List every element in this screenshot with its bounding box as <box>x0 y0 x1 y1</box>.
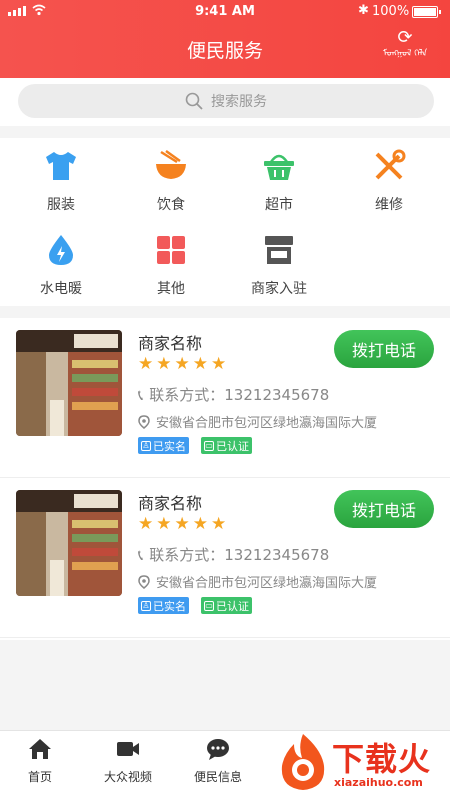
badge-label: 已实名 <box>153 439 186 453</box>
video-icon <box>117 742 139 756</box>
search-input[interactable]: 搜索服务 <box>18 84 434 118</box>
tab-home[interactable]: 首页 <box>0 737 80 785</box>
rating-stars: ★★★★★ <box>138 354 229 374</box>
star-icon: ★ <box>138 354 157 374</box>
badge-label: 已认证 <box>216 439 249 453</box>
merchant-address: 安徽省合肥市包河区绿地瀛海国际大厦 <box>138 572 377 591</box>
bluetooth-icon: ✱ <box>358 3 369 18</box>
tab-label: 首页 <box>27 770 52 784</box>
search-icon <box>185 92 203 110</box>
star-icon: ★ <box>192 354 211 374</box>
call-button[interactable]: 拨打电话 <box>334 490 434 528</box>
category-supermarket[interactable]: 超市 <box>224 138 334 218</box>
tab-video[interactable]: 大众视频 <box>88 737 168 785</box>
category-repair[interactable]: 维修 <box>334 138 444 218</box>
merchant-badges: ♙ 已实名 ▭ 已认证 <box>138 597 252 614</box>
search-section: 搜索服务 <box>0 78 450 126</box>
home-icon <box>29 739 51 759</box>
location-pin-icon <box>138 574 150 589</box>
id-card-icon: ▭ <box>204 600 214 611</box>
star-icon: ★ <box>211 354 230 374</box>
realname-badge: ♙ 已实名 <box>138 597 189 614</box>
merchant-contact: 📞︎ 联系方式：13212345678 <box>138 544 329 565</box>
shirt-icon <box>46 152 76 180</box>
star-icon: ★ <box>156 354 175 374</box>
category-label: 服装 <box>47 197 75 213</box>
category-food[interactable]: 饮食 <box>116 138 226 218</box>
watermark-url: xiazaihuo.com <box>334 776 423 789</box>
refresh-icon: ⟳ <box>397 27 413 48</box>
refresh-label: ᠮᠣᠩᠭᠣᠯ ᠬᠡᠯᠡ <box>382 49 428 59</box>
category-label: 其他 <box>157 281 185 297</box>
category-clothing[interactable]: 服装 <box>6 138 116 218</box>
realname-badge: ♙ 已实名 <box>138 437 189 454</box>
address-text: 安徽省合肥市包河区绿地瀛海国际大厦 <box>156 416 378 431</box>
category-label: 饮食 <box>157 197 185 213</box>
star-icon: ★ <box>174 514 193 534</box>
id-card-icon: ▭ <box>204 440 214 451</box>
star-icon: ★ <box>138 514 157 534</box>
tab-info[interactable]: 便民信息 <box>178 737 258 785</box>
badge-label: 已认证 <box>216 599 249 613</box>
merchant-name: 商家名称 <box>138 494 203 513</box>
contact-text: 联系方式：13212345678 <box>149 546 330 564</box>
basket-icon <box>264 154 294 180</box>
merchant-contact: 📞︎ 联系方式：13212345678 <box>138 384 329 405</box>
watermark-text: 下载火 <box>332 740 432 778</box>
shop-icon <box>265 236 293 264</box>
grid-icon <box>157 236 185 264</box>
refresh-button[interactable]: ⟳ ᠮᠣᠩᠭᠣᠯ ᠬᠡᠯᠡ <box>370 28 440 72</box>
category-label: 维修 <box>375 197 403 213</box>
star-icon: ★ <box>156 514 175 534</box>
merchant-list: 商家名称 ★★★★★ 📞︎ 联系方式：13212345678 安徽省合肥市包河区… <box>0 318 450 640</box>
verified-badge: ▭ 已认证 <box>201 437 252 454</box>
tab-label: 便民信息 <box>193 770 242 784</box>
bowl-icon <box>156 149 186 179</box>
star-icon: ★ <box>211 514 230 534</box>
merchant-name: 商家名称 <box>138 334 203 353</box>
phone-icon: 📞︎ <box>138 545 144 564</box>
flame-logo-icon <box>281 734 325 790</box>
app-header: 9:41 AM ✱ 100% 便民服务 ⟳ ᠮᠣᠩᠭᠣᠯ ᠬᠡᠯᠡ <box>0 0 450 78</box>
status-bar: 9:41 AM ✱ 100% <box>0 0 450 24</box>
category-merchant-join[interactable]: 商家入驻 <box>224 222 334 302</box>
category-utilities[interactable]: 水电暖 <box>6 222 116 302</box>
battery-icon <box>412 6 441 18</box>
merchant-address: 安徽省合肥市包河区绿地瀛海国际大厦 <box>138 412 377 431</box>
rating-stars: ★★★★★ <box>138 514 229 534</box>
person-icon: ♙ <box>141 600 151 611</box>
badge-label: 已实名 <box>153 599 186 613</box>
category-label: 商家入驻 <box>251 281 307 297</box>
location-pin-icon <box>138 414 150 429</box>
person-icon: ♙ <box>141 440 151 451</box>
search-placeholder: 搜索服务 <box>211 94 267 110</box>
category-label: 超市 <box>265 197 293 213</box>
merchant-photo <box>16 330 122 436</box>
chat-icon <box>207 739 229 760</box>
tools-icon <box>375 149 406 180</box>
tab-label: 大众视频 <box>103 770 152 784</box>
verified-badge: ▭ 已认证 <box>201 597 252 614</box>
category-grid: 服装 饮食 超市 维修 水电暖 其他 商家入驻 <box>0 138 450 306</box>
category-other[interactable]: 其他 <box>116 222 226 302</box>
merchant-card[interactable]: 商家名称 ★★★★★ 📞︎ 联系方式：13212345678 安徽省合肥市包河区… <box>0 318 450 478</box>
contact-text: 联系方式：13212345678 <box>149 386 330 404</box>
category-label: 水电暖 <box>40 281 82 297</box>
merchant-photo <box>16 490 122 596</box>
watermark: 下载火 xiazaihuo.com <box>260 726 450 800</box>
star-icon: ★ <box>192 514 211 534</box>
water-drop-icon <box>49 235 73 265</box>
merchant-badges: ♙ 已实名 ▭ 已认证 <box>138 437 252 454</box>
merchant-card[interactable]: 商家名称 ★★★★★ 📞︎ 联系方式：13212345678 安徽省合肥市包河区… <box>0 478 450 638</box>
address-text: 安徽省合肥市包河区绿地瀛海国际大厦 <box>156 576 378 591</box>
phone-icon: 📞︎ <box>138 385 144 404</box>
battery-percent: 100% <box>372 4 410 19</box>
call-button[interactable]: 拨打电话 <box>334 330 434 368</box>
star-icon: ★ <box>174 354 193 374</box>
